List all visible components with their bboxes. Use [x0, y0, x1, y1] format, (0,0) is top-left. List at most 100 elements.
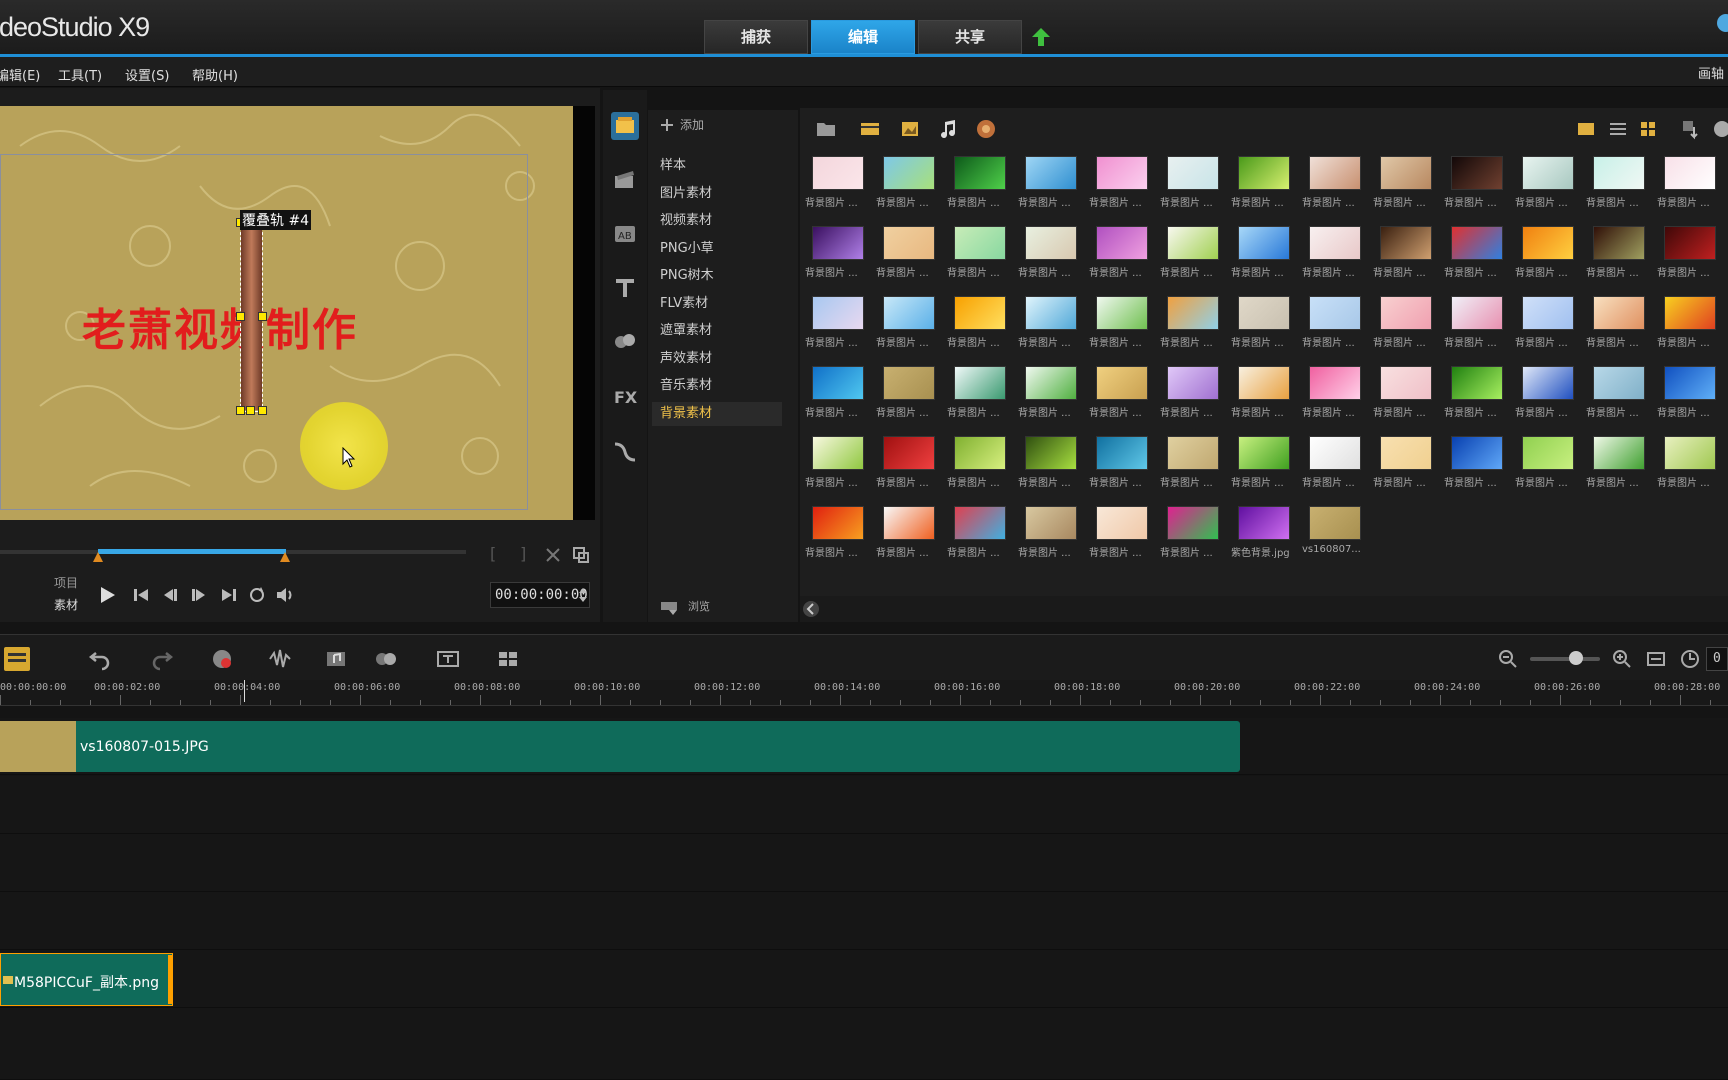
- library-thumbnail[interactable]: 背景图片 ...: [1230, 220, 1300, 286]
- folder-icon[interactable]: [814, 117, 838, 141]
- library-thumbnail[interactable]: 背景图片 ...: [804, 500, 874, 566]
- overlay-track-4[interactable]: [0, 950, 1728, 1008]
- subtitle-editor-icon[interactable]: [436, 647, 460, 671]
- online-content-icon[interactable]: [974, 117, 998, 141]
- library-thumbnail[interactable]: 背景图片 ...: [1656, 360, 1726, 426]
- library-thumbnail[interactable]: 背景图片 ...: [1656, 220, 1726, 286]
- library-thumbnail[interactable]: 背景图片 ...: [1443, 150, 1513, 216]
- library-thumbnail[interactable]: 背景图片 ...: [1372, 220, 1442, 286]
- library-thumbnail[interactable]: 背景图片 ...: [1017, 290, 1087, 356]
- library-thumbnail[interactable]: 背景图片 ...: [1159, 150, 1229, 216]
- library-thumbnail[interactable]: 背景图片 ...: [875, 430, 945, 496]
- library-thumbnail[interactable]: 背景图片 ...: [1656, 290, 1726, 356]
- library-thumbnail[interactable]: 背景图片 ...: [1159, 500, 1229, 566]
- title-track[interactable]: [0, 1008, 1728, 1080]
- motion-tracking-icon[interactable]: [374, 647, 398, 671]
- library-thumbnail[interactable]: 背景图片 ...: [1656, 430, 1726, 496]
- tab-edit[interactable]: 编辑: [811, 20, 915, 54]
- skip-start-icon[interactable]: [130, 584, 152, 606]
- preview-title-text[interactable]: 老萧视频制作: [82, 294, 358, 358]
- view-list-icon[interactable]: [1606, 117, 1630, 141]
- plus-icon[interactable]: [660, 118, 674, 132]
- show-videos-icon[interactable]: [858, 117, 882, 141]
- zoom-out-icon[interactable]: [1496, 647, 1520, 671]
- library-thumbnail[interactable]: 背景图片 ...: [1017, 360, 1087, 426]
- project-mode-label[interactable]: 项目: [54, 574, 78, 591]
- preview-window[interactable]: 老萧视频制作 覆叠轨 #4: [0, 106, 573, 520]
- library-item-png-trees[interactable]: PNG树木: [660, 264, 714, 288]
- library-item-png-grass[interactable]: PNG小草: [660, 237, 714, 261]
- library-item-samples[interactable]: 样本: [660, 154, 686, 178]
- play-icon[interactable]: [96, 584, 118, 606]
- sort-icon[interactable]: [1678, 117, 1702, 141]
- library-thumbnail[interactable]: 背景图片 ...: [1017, 150, 1087, 216]
- thumbnail-size-slider[interactable]: [1710, 117, 1728, 141]
- storyboard-view-icon[interactable]: [4, 647, 30, 671]
- library-item-videos[interactable]: 视频素材: [660, 209, 712, 233]
- library-scrollbar[interactable]: [800, 596, 1728, 622]
- library-item-masks[interactable]: 遮罩素材: [660, 319, 712, 343]
- undo-icon[interactable]: [88, 647, 112, 671]
- library-thumbnail[interactable]: 背景图片 ...: [946, 150, 1016, 216]
- library-item-images[interactable]: 图片素材: [660, 182, 712, 206]
- library-thumbnail[interactable]: 背景图片 ...: [946, 290, 1016, 356]
- filter-fx-icon[interactable]: FX: [611, 382, 639, 410]
- upload-icon[interactable]: [1030, 26, 1052, 48]
- library-thumbnail[interactable]: 背景图片 ...: [1230, 150, 1300, 216]
- tab-share[interactable]: 共享: [918, 20, 1022, 54]
- library-thumbnail[interactable]: 背景图片 ...: [1443, 290, 1513, 356]
- volume-icon[interactable]: [274, 584, 296, 606]
- step-forward-icon[interactable]: [188, 584, 210, 606]
- zoom-slider-thumb[interactable]: [1569, 651, 1583, 665]
- playhead[interactable]: [244, 680, 245, 702]
- library-thumbnail[interactable]: 背景图片 ...: [1585, 150, 1655, 216]
- library-thumbnail[interactable]: 背景图片 ...: [1230, 430, 1300, 496]
- library-thumbnail[interactable]: 背景图片 ...: [1159, 430, 1229, 496]
- library-thumbnail[interactable]: 背景图片 ...: [1443, 430, 1513, 496]
- library-thumbnail[interactable]: 背景图片 ...: [946, 360, 1016, 426]
- scissors-icon[interactable]: [544, 546, 562, 564]
- library-thumbnail[interactable]: 背景图片 ...: [1585, 220, 1655, 286]
- library-thumbnail[interactable]: 背景图片 ...: [1088, 150, 1158, 216]
- transition-icon[interactable]: AB: [611, 220, 639, 248]
- clip-mode-label[interactable]: 素材: [54, 596, 78, 613]
- library-thumbnail[interactable]: 背景图片 ...: [1017, 220, 1087, 286]
- sound-mixer-icon[interactable]: [268, 647, 292, 671]
- timeline-ruler[interactable]: 00:00:00:00 00:00:02:00 00:00:04:00 00:00:0…: [0, 680, 1728, 706]
- snowflake-icon[interactable]: [1712, 12, 1728, 34]
- skip-end-icon[interactable]: [218, 584, 240, 606]
- library-thumbnail[interactable]: 背景图片 ...: [946, 430, 1016, 496]
- library-thumbnail[interactable]: 背景图片 ...: [1514, 150, 1584, 216]
- library-thumbnail[interactable]: 背景图片 ...: [804, 430, 874, 496]
- library-thumbnail[interactable]: 背景图片 ...: [946, 500, 1016, 566]
- library-thumbnail[interactable]: 背景图片 ...: [1301, 150, 1371, 216]
- redo-icon[interactable]: [150, 647, 174, 671]
- library-thumbnail[interactable]: 背景图片 ...: [875, 150, 945, 216]
- library-thumbnail[interactable]: 背景图片 ...: [1514, 430, 1584, 496]
- menu-edit[interactable]: 编辑(E): [0, 65, 40, 84]
- library-thumbnail[interactable]: 背景图片 ...: [1017, 430, 1087, 496]
- view-grid-icon[interactable]: [1636, 117, 1660, 141]
- library-thumbnail[interactable]: 背景图片 ...: [1088, 220, 1158, 286]
- fit-project-icon[interactable]: [1644, 647, 1668, 671]
- library-item-sound-fx[interactable]: 声效素材: [660, 347, 712, 371]
- overlay-track-2[interactable]: [0, 834, 1728, 892]
- add-folder-button[interactable]: 添加: [680, 116, 704, 133]
- library-thumbnail[interactable]: 背景图片 ...: [1088, 430, 1158, 496]
- menu-settings[interactable]: 设置(S): [125, 65, 169, 84]
- library-thumbnail[interactable]: 紫色背景.jpg: [1230, 500, 1300, 566]
- library-item-flv[interactable]: FLV素材: [660, 292, 708, 316]
- library-thumbnail[interactable]: 背景图片 ...: [946, 220, 1016, 286]
- library-thumbnail[interactable]: 背景图片 ...: [875, 500, 945, 566]
- timecode-field[interactable]: 00:00:00:00: [490, 582, 590, 608]
- library-thumbnail[interactable]: 背景图片 ...: [1585, 290, 1655, 356]
- library-thumbnail[interactable]: 背景图片 ...: [1159, 290, 1229, 356]
- tab-capture[interactable]: 捕获: [704, 20, 808, 54]
- library-thumbnail[interactable]: 背景图片 ...: [1585, 360, 1655, 426]
- menu-tools[interactable]: 工具(T): [58, 65, 102, 84]
- library-thumbnail[interactable]: 背景图片 ...: [1159, 360, 1229, 426]
- library-thumbnail[interactable]: 背景图片 ...: [1301, 430, 1371, 496]
- mark-in-icon[interactable]: [: [490, 544, 496, 563]
- library-thumbnail[interactable]: 背景图片 ...: [1372, 430, 1442, 496]
- repeat-icon[interactable]: [246, 584, 268, 606]
